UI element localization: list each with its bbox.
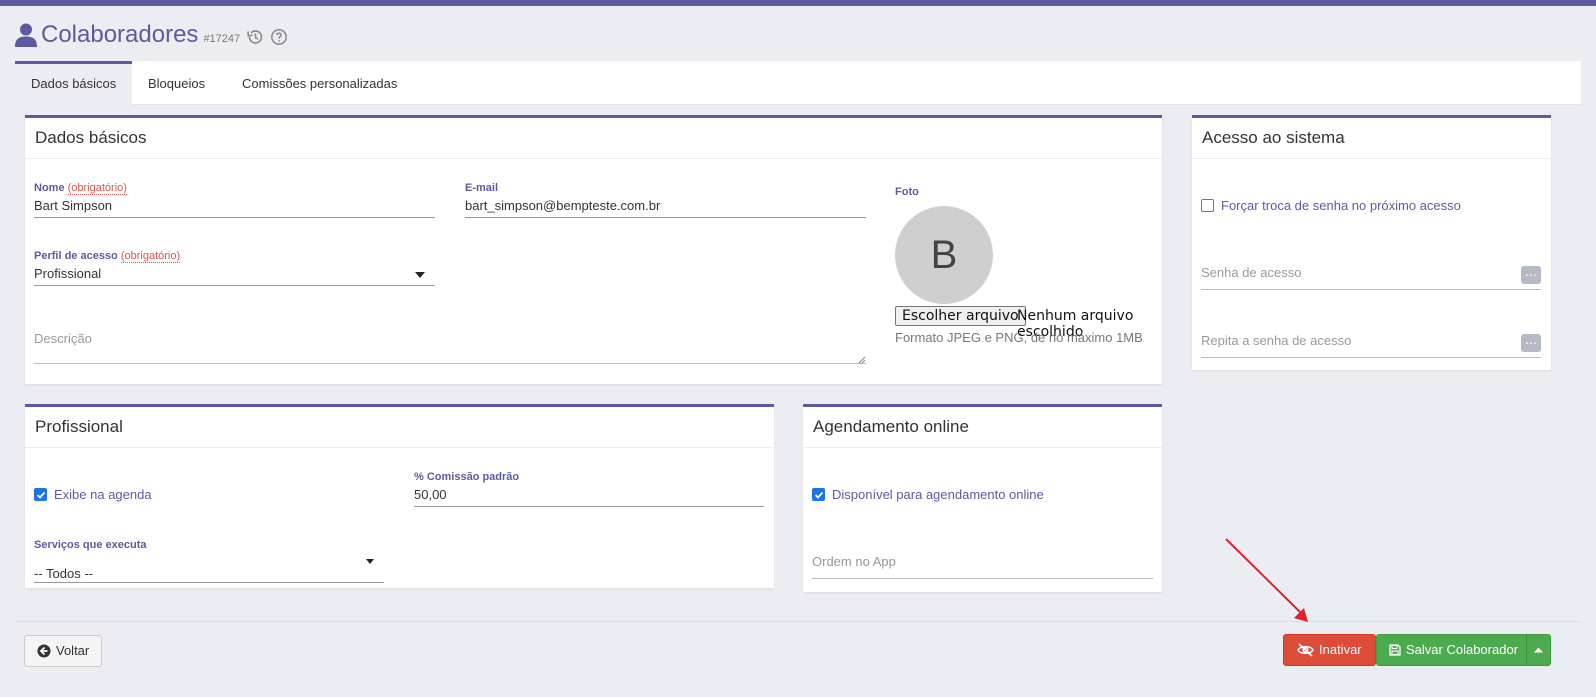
system-access-panel: Acesso ao sistema Forçar troca de senha …	[1192, 115, 1551, 370]
checkbox-unchecked-icon[interactable]	[1201, 199, 1214, 212]
profile-select-value: Profissional	[34, 266, 102, 281]
force-password-change-checkbox[interactable]: Forçar troca de senha no próximo acesso	[1201, 198, 1461, 213]
show-password-icon[interactable]: ...	[1521, 264, 1541, 284]
tab-bloqueios[interactable]: Bloqueios	[132, 61, 221, 105]
basic-data-title: Dados básicos	[25, 118, 1162, 159]
annotation-arrow	[1225, 538, 1308, 622]
photo-field: Foto	[895, 186, 1175, 200]
profile-select[interactable]: Profissional	[34, 264, 435, 286]
force-password-change-label: Forçar troca de senha no próximo acesso	[1221, 198, 1461, 213]
choose-file-button[interactable]: Escolher arquivo	[895, 306, 1026, 326]
services-select[interactable]: -- Todos --	[34, 553, 384, 583]
profile-label: Perfil de acesso (obrigatório)	[34, 250, 181, 263]
show-in-schedule-label: Exibe na agenda	[54, 487, 152, 502]
tab-bar: Dados básicos Bloqueios Comissões person…	[15, 61, 1581, 106]
arrow-left-circle-icon	[37, 644, 51, 658]
system-access-title: Acesso ao sistema	[1192, 118, 1551, 159]
page-title: Colaboradores	[41, 21, 199, 48]
page-header: Colaboradores #17247	[15, 18, 288, 52]
email-field: E-mail bart_simpson@bempteste.com.br	[465, 182, 866, 218]
description-field: Descrição	[34, 328, 866, 364]
basic-data-panel: Dados básicos Nome (obrigatório) Bart Si…	[25, 115, 1162, 384]
app-order-input[interactable]: Ordem no App	[812, 551, 1153, 579]
professional-panel: Profissional Exibe na agenda % Comissão …	[25, 404, 774, 588]
inactivate-button[interactable]: Inativar	[1283, 634, 1376, 666]
inactivate-button-label: Inativar	[1319, 642, 1362, 657]
password-repeat-field: Repita a senha de acesso ...	[1201, 330, 1541, 358]
name-label: Nome (obrigatório)	[34, 182, 127, 195]
eye-slash-icon	[1297, 643, 1314, 657]
checkbox-checked-icon[interactable]	[34, 488, 47, 501]
password-repeat-input[interactable]: Repita a senha de acesso	[1201, 330, 1541, 358]
save-icon	[1389, 644, 1401, 656]
default-commission-label: % Comissão padrão	[414, 471, 520, 483]
password-field: Senha de acesso ...	[1201, 262, 1541, 290]
help-icon[interactable]	[270, 28, 288, 46]
name-field: Nome (obrigatório) Bart Simpson	[34, 182, 435, 218]
app-order-field: Ordem no App	[812, 551, 1153, 579]
default-commission-input[interactable]: 50,00	[414, 485, 764, 507]
top-accent-bar	[0, 0, 1596, 6]
online-booking-available-label: Disponível para agendamento online	[832, 487, 1044, 502]
form-footer: Voltar Inativar Salvar Colaborador	[15, 621, 1581, 677]
email-input[interactable]: bart_simpson@bempteste.com.br	[465, 196, 866, 218]
record-id: #17247	[203, 33, 241, 45]
tab-dados-basicos[interactable]: Dados básicos	[15, 61, 133, 106]
avatar: B	[895, 206, 993, 304]
main-card: Dados básicos Bloqueios Comissões person…	[15, 61, 1581, 688]
services-field: Serviços que executa -- Todos --	[34, 539, 384, 583]
profile-field: Perfil de acesso (obrigatório) Profissio…	[34, 250, 435, 286]
user-icon	[15, 23, 37, 47]
save-button-label: Salvar Colaborador	[1406, 642, 1519, 657]
photo-label: Foto	[895, 186, 919, 198]
tab-content: Dados básicos Nome (obrigatório) Bart Si…	[15, 105, 1581, 625]
services-select-value: -- Todos --	[34, 566, 93, 581]
back-button-label: Voltar	[56, 643, 90, 658]
services-label: Serviços que executa	[34, 539, 147, 551]
save-button[interactable]: Salvar Colaborador	[1376, 634, 1532, 666]
show-password-repeat-icon[interactable]: ...	[1521, 332, 1541, 352]
back-button[interactable]: Voltar	[24, 635, 103, 667]
professional-title: Profissional	[25, 407, 774, 448]
description-textarea[interactable]: Descrição	[34, 328, 866, 364]
photo-hint: Formato JPEG e PNG, de no máximo 1MB	[895, 330, 1143, 345]
email-label: E-mail	[465, 182, 499, 194]
caret-up-icon	[1534, 647, 1543, 653]
tab-comissoes-personalizadas[interactable]: Comissões personalizadas	[226, 61, 413, 105]
resize-grip-icon[interactable]	[858, 356, 866, 364]
history-icon[interactable]	[246, 28, 264, 46]
name-input[interactable]: Bart Simpson	[34, 196, 435, 218]
show-in-schedule-checkbox[interactable]: Exibe na agenda	[34, 487, 152, 502]
chevron-down-icon	[415, 272, 425, 278]
online-booking-title: Agendamento online	[803, 407, 1162, 448]
online-booking-panel: Agendamento online Disponível para agend…	[803, 404, 1162, 592]
checkbox-checked-icon[interactable]	[812, 488, 825, 501]
required-marker: (obrigatório)	[67, 182, 127, 195]
default-commission-field: % Comissão padrão 50,00	[414, 471, 764, 507]
chevron-down-icon	[366, 559, 374, 564]
save-options-dropdown[interactable]	[1526, 634, 1551, 666]
required-marker: (obrigatório)	[120, 250, 181, 263]
password-input[interactable]: Senha de acesso	[1201, 262, 1541, 290]
online-booking-available-checkbox[interactable]: Disponível para agendamento online	[812, 487, 1044, 502]
